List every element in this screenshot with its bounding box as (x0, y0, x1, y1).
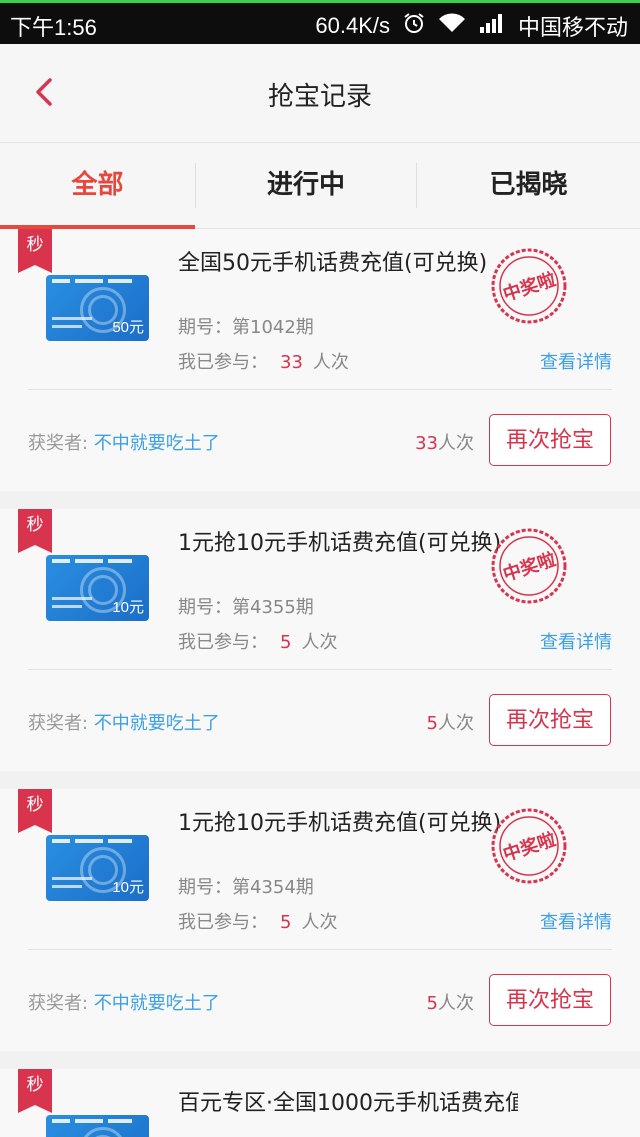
product-image[interactable]: 50元 (46, 275, 149, 341)
joined-count: 5 (280, 632, 292, 653)
card-value: 10元 (112, 599, 144, 616)
card-divider (28, 949, 612, 950)
buy-again-button[interactable]: 再次抢宝 (489, 414, 611, 466)
period-label: 期号： (178, 317, 232, 338)
product-title[interactable]: 全国50元手机话费充值(可兑换) (178, 245, 518, 277)
winner-name[interactable]: 不中就要吃土了 (94, 433, 220, 454)
stamp-text: 中奖啦 (500, 548, 558, 586)
joined-row: 我已参与： 33 人次 (178, 348, 349, 374)
alarm-icon (402, 11, 426, 41)
period-row: 期号：第4355期 (178, 593, 314, 619)
joined-label: 我已参与： (178, 352, 268, 373)
product-image[interactable] (46, 1115, 149, 1137)
tab-all[interactable]: 全部 (0, 143, 195, 228)
total-count: 33人次 (415, 429, 474, 455)
card-divider (28, 669, 612, 670)
winner-name[interactable]: 不中就要吃土了 (94, 713, 220, 734)
wifi-icon (438, 12, 466, 40)
product-image[interactable]: 10元 (46, 555, 149, 621)
record-card: 秒 百元专区·全国1000元手机话费充值 (0, 1069, 640, 1137)
joined-row: 我已参与： 5 人次 (178, 908, 337, 934)
joined-row: 我已参与： 5 人次 (178, 628, 337, 654)
total-count-unit: 人次 (438, 993, 474, 1014)
card-value: 50元 (112, 319, 144, 336)
record-card: 秒 10元 1元抢10元手机话费充值(可兑换) 中奖啦 期号：第4355期 我已… (0, 509, 640, 771)
period-row: 期号：第1042期 (178, 313, 314, 339)
record-card: 秒 50元 全国50元手机话费充值(可兑换) 中奖啦 期号：第1042期 我已参… (0, 229, 640, 491)
stamp-text: 中奖啦 (500, 828, 558, 866)
joined-label: 我已参与： (178, 632, 268, 653)
period-value: 第1042期 (232, 317, 314, 338)
winning-stamp-icon: 中奖啦 (491, 808, 567, 884)
joined-unit: 人次 (301, 632, 338, 653)
card-value: 10元 (112, 879, 144, 896)
winning-stamp-icon: 中奖啦 (491, 248, 567, 324)
winner-label: 获奖者: (28, 433, 89, 454)
product-title[interactable]: 百元专区·全国1000元手机话费充值 (178, 1085, 518, 1117)
winner-row: 获奖者: 不中就要吃土了 (28, 709, 220, 735)
signal-icon (478, 12, 506, 40)
flash-badge: 秒 (18, 509, 52, 553)
network-speed: 60.4K/s (315, 13, 390, 38)
status-time: 下午1:56 (10, 15, 97, 40)
flash-badge: 秒 (18, 1069, 52, 1113)
flash-badge: 秒 (18, 229, 52, 273)
winner-label: 获奖者: (28, 713, 89, 734)
buy-again-button[interactable]: 再次抢宝 (489, 694, 611, 746)
status-progress-line (0, 0, 640, 3)
period-value: 第4354期 (232, 877, 314, 898)
tab-bar: 全部 进行中 已揭晓 (0, 143, 640, 229)
tab-revealed[interactable]: 已揭晓 (417, 143, 640, 228)
page-title: 抢宝记录 (267, 82, 372, 112)
view-details-link[interactable]: 查看详情 (540, 908, 612, 934)
total-count-value: 33 (415, 433, 438, 454)
card-divider (28, 389, 612, 390)
buy-again-button[interactable]: 再次抢宝 (489, 974, 611, 1026)
joined-label: 我已参与： (178, 912, 268, 933)
winning-stamp-icon: 中奖啦 (491, 528, 567, 604)
status-right: 60.4K/s 中国移不动 (315, 10, 628, 42)
winner-label: 获奖者: (28, 993, 89, 1014)
total-count: 5人次 (427, 989, 474, 1015)
joined-count: 5 (280, 912, 292, 933)
period-row: 期号：第4354期 (178, 873, 314, 899)
period-label: 期号： (178, 877, 232, 898)
winner-name[interactable]: 不中就要吃土了 (94, 993, 220, 1014)
period-label: 期号： (178, 597, 232, 618)
status-bar: 下午1:56 60.4K/s 中国移不动 (0, 0, 640, 44)
winner-row: 获奖者: 不中就要吃土了 (28, 429, 220, 455)
flash-badge: 秒 (18, 789, 52, 833)
nav-bar: 抢宝记录 (0, 44, 640, 143)
record-card: 秒 10元 1元抢10元手机话费充值(可兑换) 中奖啦 期号：第4354期 我已… (0, 789, 640, 1051)
view-details-link[interactable]: 查看详情 (540, 348, 612, 374)
product-image[interactable]: 10元 (46, 835, 149, 901)
joined-unit: 人次 (301, 912, 338, 933)
total-count-value: 5 (426, 713, 438, 734)
product-title[interactable]: 1元抢10元手机话费充值(可兑换) (178, 805, 518, 837)
view-details-link[interactable]: 查看详情 (540, 628, 612, 654)
period-value: 第4355期 (232, 597, 314, 618)
total-count-value: 5 (426, 993, 438, 1014)
tab-in-progress[interactable]: 进行中 (196, 143, 416, 228)
joined-count: 33 (280, 352, 303, 373)
product-title[interactable]: 1元抢10元手机话费充值(可兑换) (178, 525, 518, 557)
total-count-unit: 人次 (438, 713, 474, 734)
carrier-name: 中国移不动 (517, 15, 628, 40)
winner-row: 获奖者: 不中就要吃土了 (28, 989, 220, 1015)
stamp-text: 中奖啦 (500, 268, 558, 306)
total-count: 5人次 (427, 709, 474, 735)
total-count-unit: 人次 (438, 433, 474, 454)
joined-unit: 人次 (312, 352, 349, 373)
